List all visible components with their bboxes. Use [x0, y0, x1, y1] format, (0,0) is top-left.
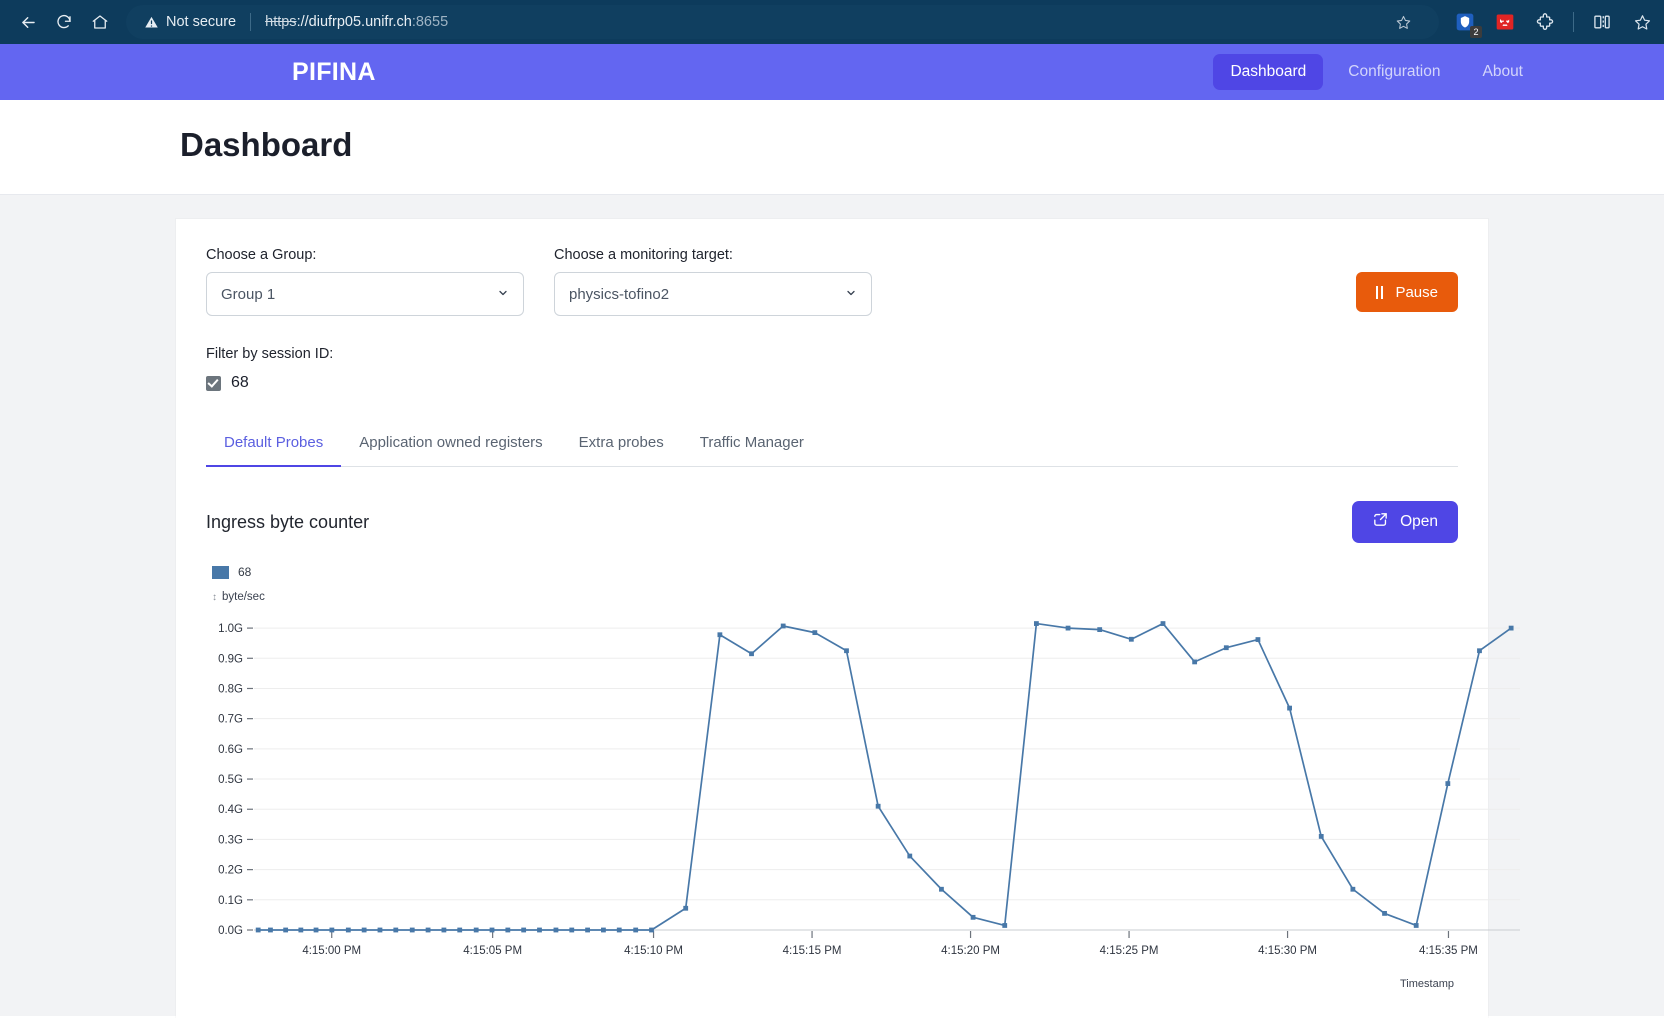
tab-traffic-manager[interactable]: Traffic Manager	[682, 422, 822, 467]
tab-default-probes[interactable]: Default Probes	[206, 422, 341, 467]
page-title-band: Dashboard	[0, 100, 1664, 195]
svg-text:0.8G: 0.8G	[218, 683, 243, 695]
line-chart-svg[interactable]: 0.0G 0.1G 0.2G 0.3G 0.4G 0.5G 0.6G 0.7G 0.8G 0.9G…	[206, 607, 1526, 972]
svg-text:4:15:30 PM: 4:15:30 PM	[1258, 945, 1317, 957]
back-arrow-icon[interactable]	[10, 4, 46, 40]
pause-button[interactable]: Pause	[1356, 272, 1458, 312]
svg-text:4:15:20 PM: 4:15:20 PM	[941, 945, 1000, 957]
svg-text:1.0G: 1.0G	[218, 623, 243, 635]
chevron-down-icon	[845, 286, 857, 303]
page-title: Dashboard	[180, 126, 1664, 164]
star-icon[interactable]	[1385, 4, 1421, 40]
target-field: Choose a monitoring target: physics-tofi…	[554, 247, 872, 316]
security-label: Not secure	[166, 14, 236, 30]
legend-swatch	[212, 566, 229, 579]
extension-badge: 2	[1470, 26, 1482, 38]
page-body: Choose a Group: Group 1 Choose a monitor…	[0, 195, 1664, 1016]
url-scheme: https	[265, 14, 296, 30]
pause-icon	[1376, 286, 1383, 299]
pause-button-label: Pause	[1395, 284, 1438, 301]
svg-text:0.7G: 0.7G	[218, 714, 243, 726]
chevron-down-icon	[497, 286, 509, 303]
tab-extra-probes[interactable]: Extra probes	[561, 422, 682, 467]
session-filter-label: Filter by session ID:	[206, 346, 1458, 362]
group-select-value: Group 1	[221, 286, 275, 303]
svg-text:0.5G: 0.5G	[218, 774, 243, 786]
extension-icons: 2	[1453, 10, 1654, 34]
tab-application-owned-registers[interactable]: Application owned registers	[341, 422, 560, 467]
svg-text:0.3G: 0.3G	[218, 834, 243, 846]
nav-item-configuration[interactable]: Configuration	[1331, 54, 1457, 90]
shield-extension-icon[interactable]: 2	[1453, 10, 1477, 34]
url-host: diufrp05.unifr.ch	[309, 14, 412, 30]
svg-text:0.6G: 0.6G	[218, 744, 243, 756]
svg-text:4:15:35 PM: 4:15:35 PM	[1419, 945, 1478, 957]
chart-legend: 68	[212, 565, 1458, 579]
warning-triangle-icon	[144, 15, 159, 30]
svg-text:4:15:05 PM: 4:15:05 PM	[463, 945, 522, 957]
omnibox-divider	[250, 13, 251, 31]
svg-text:4:15:10 PM: 4:15:10 PM	[624, 945, 683, 957]
app-brand: PIFINA	[292, 58, 376, 87]
puzzle-extensions-icon[interactable]	[1533, 10, 1557, 34]
browser-toolbar: Not secure https://diufrp05.unifr.ch:865…	[0, 0, 1664, 44]
group-select[interactable]: Group 1	[206, 272, 524, 316]
target-label: Choose a monitoring target:	[554, 247, 872, 263]
legend-label: 68	[238, 565, 251, 579]
controls-row: Choose a Group: Group 1 Choose a monitor…	[206, 247, 1458, 316]
group-label: Choose a Group:	[206, 247, 524, 263]
probe-tabs: Default Probes Application owned registe…	[206, 422, 1458, 467]
svg-text:4:15:25 PM: 4:15:25 PM	[1100, 945, 1159, 957]
svg-text:0.2G: 0.2G	[218, 865, 243, 877]
svg-text:0.4G: 0.4G	[218, 804, 243, 816]
metamask-extension-icon[interactable]	[1493, 10, 1517, 34]
group-field: Choose a Group: Group 1	[206, 247, 524, 316]
url-text: https://diufrp05.unifr.ch:8655	[265, 14, 448, 30]
open-button-label: Open	[1400, 513, 1438, 531]
session-filter-row: 68	[206, 374, 1458, 392]
url-separator: ://	[297, 14, 309, 30]
session-checkbox[interactable]	[206, 376, 221, 391]
x-axis-title: Timestamp	[1400, 978, 1454, 990]
chart-plot-area: 0.0G 0.1G 0.2G 0.3G 0.4G 0.5G 0.6G 0.7G 0.8G 0.9G…	[206, 607, 1458, 972]
chart-title: Ingress byte counter	[206, 512, 369, 533]
favorites-star-icon[interactable]	[1630, 10, 1654, 34]
url-port: :8655	[412, 14, 448, 30]
svg-text:4:15:00 PM: 4:15:00 PM	[302, 945, 361, 957]
nav-item-about[interactable]: About	[1465, 54, 1540, 90]
svg-text:0.0G: 0.0G	[218, 925, 243, 937]
svg-text:0.9G: 0.9G	[218, 653, 243, 665]
open-button[interactable]: Open	[1352, 501, 1458, 543]
target-select-value: physics-tofino2	[569, 286, 669, 303]
target-select[interactable]: physics-tofino2	[554, 272, 872, 316]
session-id-label: 68	[231, 374, 249, 392]
main-navigation: Dashboard Configuration About	[1213, 54, 1540, 90]
reload-icon[interactable]	[46, 4, 82, 40]
app-navbar: PIFINA Dashboard Configuration About	[0, 44, 1664, 100]
svg-text:0.1G: 0.1G	[218, 895, 243, 907]
toolbar-divider	[1573, 12, 1574, 32]
nav-item-dashboard[interactable]: Dashboard	[1213, 54, 1323, 90]
split-screen-icon[interactable]	[1590, 10, 1614, 34]
axis-arrow-icon: ↕	[212, 592, 217, 603]
address-bar[interactable]: Not secure https://diufrp05.unifr.ch:865…	[126, 5, 1439, 39]
dashboard-card: Choose a Group: Group 1 Choose a monitor…	[176, 219, 1488, 1018]
y-axis-label-text: byte/sec	[222, 591, 265, 603]
security-status[interactable]: Not secure	[144, 14, 236, 30]
svg-text:4:15:15 PM: 4:15:15 PM	[783, 945, 842, 957]
y-axis-title: ↕ byte/sec	[212, 591, 1458, 603]
home-icon[interactable]	[82, 4, 118, 40]
external-link-icon	[1372, 511, 1389, 533]
chart-header: Ingress byte counter Open	[206, 501, 1458, 543]
